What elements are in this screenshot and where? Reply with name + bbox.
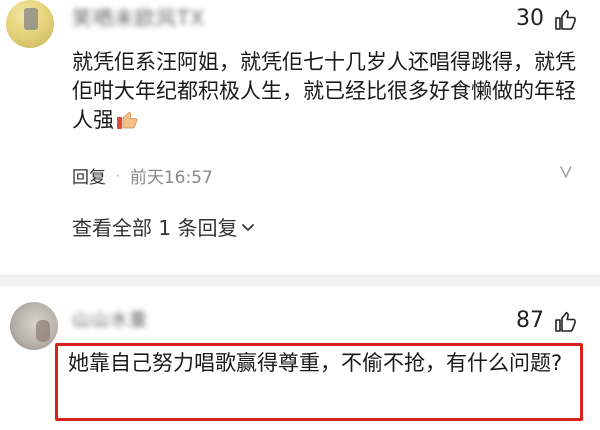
comment-text: 她靠自己努力唱歌赢得尊重，不偷不抢，有什么问题? <box>68 351 563 375</box>
comment-text: 就凭佢系汪阿姐，就凭佢七十几岁人还唱得跳得，就凭佢咁大年纪都积极人生，就已经比很… <box>72 50 576 132</box>
avatar[interactable] <box>10 302 58 350</box>
thumbs-up-emoji-icon <box>116 108 140 130</box>
username[interactable]: 山山水重 <box>72 306 148 332</box>
view-replies-label: 查看全部 1 条回复 <box>72 216 238 240</box>
section-divider <box>0 276 600 286</box>
comment-meta: 回复 · 前天16:57 <box>72 163 213 188</box>
more-icon[interactable] <box>557 163 575 181</box>
reply-button[interactable]: 回复 <box>72 163 106 188</box>
thumbs-up-icon[interactable] <box>553 8 577 32</box>
separator: · <box>116 168 120 183</box>
thumbs-up-icon[interactable] <box>553 310 577 334</box>
username[interactable]: 笑哂未欧风TX <box>72 2 205 31</box>
like-count: 87 <box>516 308 544 333</box>
chevron-down-icon <box>242 223 255 231</box>
timestamp: 前天16:57 <box>129 168 213 188</box>
like-count: 30 <box>516 6 544 31</box>
view-all-replies[interactable]: 查看全部 1 条回复 <box>72 212 255 241</box>
avatar[interactable] <box>6 0 54 48</box>
